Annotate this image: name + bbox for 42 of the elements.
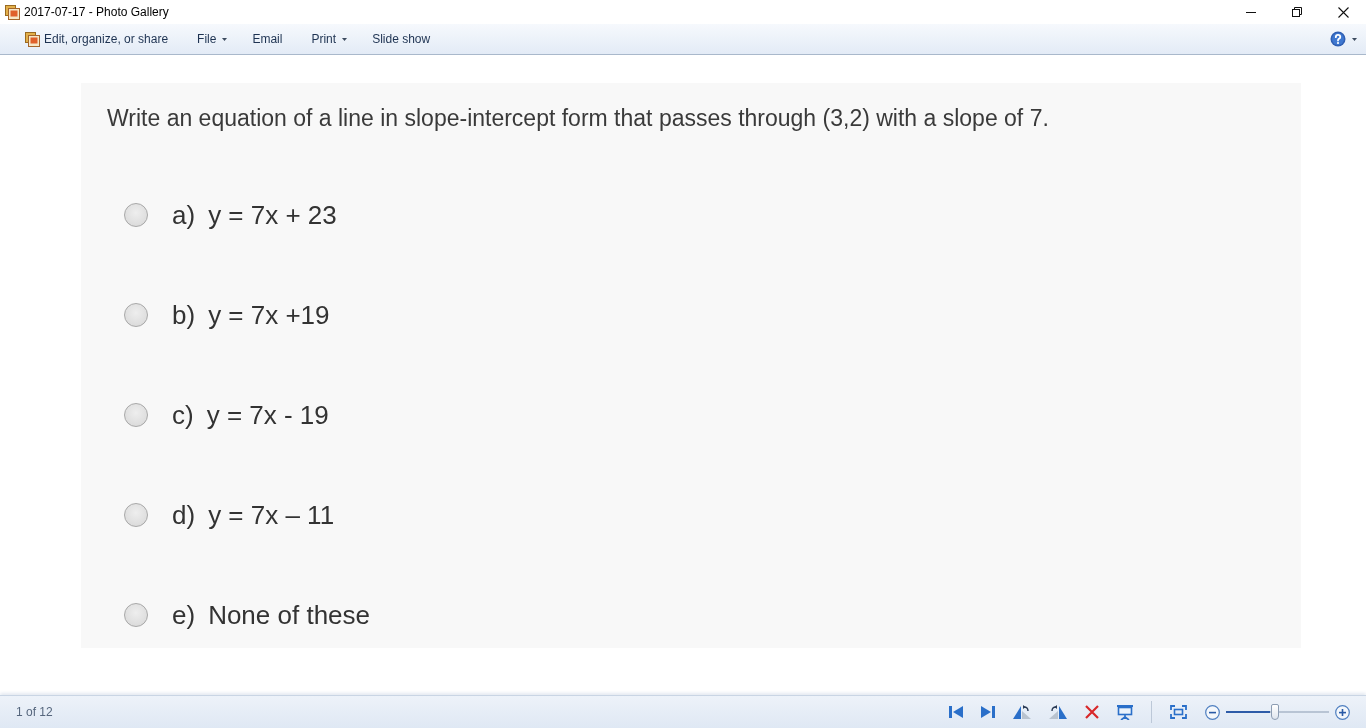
toolbar-menu[interactable]: Edit, organize, or share: [40, 29, 173, 49]
radio-button[interactable]: [124, 203, 148, 227]
slider-thumb[interactable]: [1271, 704, 1280, 720]
caret-icon[interactable]: [1352, 37, 1357, 41]
photos-icon: [24, 31, 40, 47]
image-counter: 1 of 12: [16, 705, 53, 719]
option-text: y = 7x - 19: [206, 399, 329, 431]
radio-button[interactable]: [124, 503, 148, 527]
option-text: y = 7x +19: [208, 299, 330, 331]
zoom-out-icon[interactable]: [1205, 704, 1220, 720]
window-title: 2017-07-17 - Photo Gallery: [24, 5, 169, 19]
toolbar-button[interactable]: Slide show: [368, 29, 435, 49]
option-letter: c): [172, 399, 194, 431]
fit-to-window-icon[interactable]: [1170, 705, 1187, 719]
zoom-in-icon[interactable]: [1335, 704, 1350, 720]
toolbar-menu[interactable]: Print: [307, 29, 341, 49]
delete-icon[interactable]: [1085, 705, 1099, 719]
photos-icon: [4, 4, 20, 20]
skip-next-icon[interactable]: [981, 705, 995, 719]
option-letter: e): [172, 599, 196, 631]
toolbar-button[interactable]: Email: [248, 29, 287, 49]
option-letter: d): [172, 499, 196, 531]
caret-icon[interactable]: [222, 37, 228, 41]
option-text: y = 7x – 11: [208, 499, 335, 531]
rotate-left-icon[interactable]: [1013, 705, 1031, 719]
minimize-icon[interactable]: [1246, 11, 1256, 13]
close-icon[interactable]: [1337, 6, 1349, 18]
restore-icon[interactable]: [1292, 7, 1302, 17]
caret-icon[interactable]: [342, 37, 348, 41]
radio-button[interactable]: [124, 303, 148, 327]
help-icon[interactable]: [1330, 31, 1346, 47]
option-text: None of these: [208, 599, 370, 631]
option-text: y = 7x + 23: [208, 199, 337, 231]
rotate-right-icon[interactable]: [1049, 705, 1067, 719]
radio-button[interactable]: [124, 603, 148, 627]
projector-screen-icon[interactable]: [1117, 704, 1133, 720]
radio-button[interactable]: [124, 403, 148, 427]
question-text: Write an equation of a line in slope-intercept form that passes through (3,2) with a slope of 7.: [107, 104, 1049, 133]
option-letter: a): [172, 199, 196, 231]
option-letter: b): [172, 299, 196, 331]
toolbar-menu[interactable]: File: [193, 29, 221, 49]
skip-previous-icon[interactable]: [949, 705, 963, 719]
